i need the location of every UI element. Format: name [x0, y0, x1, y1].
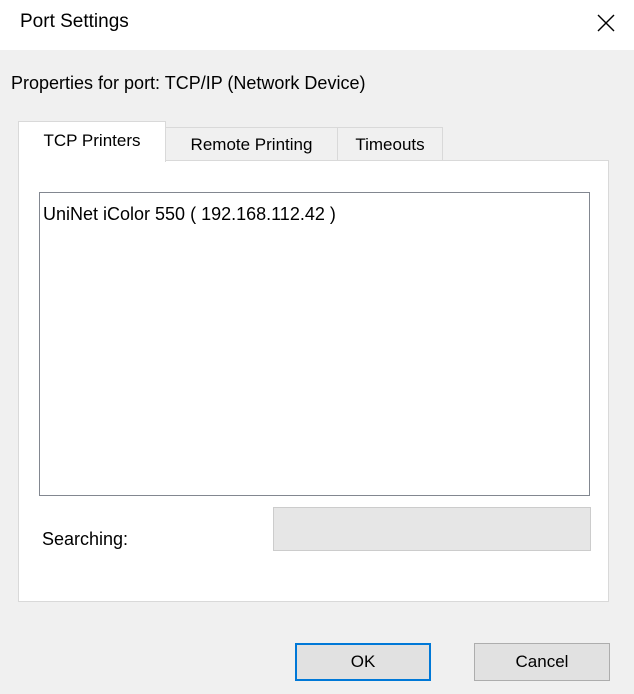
tcp-printers-panel: UniNet iColor 550 ( 192.168.112.42 ) Sea… [18, 160, 609, 602]
printer-list[interactable]: UniNet iColor 550 ( 192.168.112.42 ) [39, 192, 590, 496]
searching-label: Searching: [42, 529, 129, 549]
ok-button[interactable]: OK [295, 643, 431, 681]
tab-remote-printing[interactable]: Remote Printing [165, 127, 338, 160]
tab-tcp-printers[interactable]: TCP Printers [18, 121, 166, 162]
tab-timeouts[interactable]: Timeouts [337, 127, 443, 160]
list-item[interactable]: UniNet iColor 550 ( 192.168.112.42 ) [43, 203, 336, 225]
cancel-button[interactable]: Cancel [474, 643, 610, 681]
close-button[interactable] [578, 0, 634, 46]
close-icon [597, 14, 615, 32]
searching-field [273, 507, 591, 551]
properties-label: Properties for port: TCP/IP (Network Dev… [11, 73, 366, 93]
window-title: Port Settings [20, 11, 129, 32]
title-bar: Port Settings [0, 0, 634, 50]
port-settings-dialog: Port Settings Properties for port: TCP/I… [0, 0, 634, 694]
